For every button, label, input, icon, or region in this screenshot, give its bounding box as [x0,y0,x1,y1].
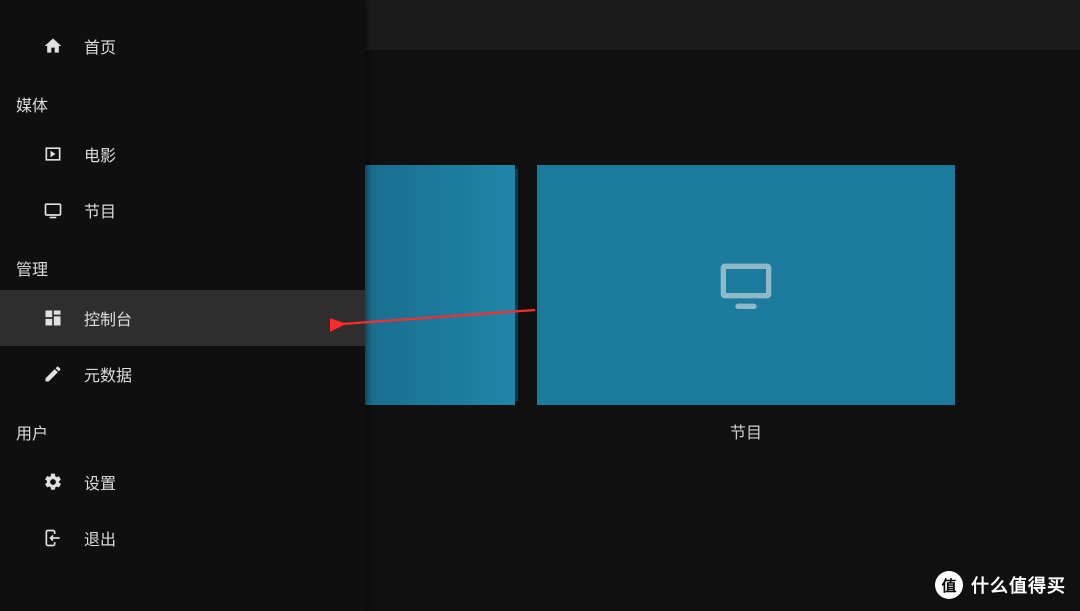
sidebar-item-label: 电影 [84,142,116,166]
tv-big-icon [706,253,786,317]
sidebar-item-settings[interactable]: 设置 [0,454,365,510]
home-icon [42,35,64,57]
sidebar-item-exit[interactable]: 退出 [0,510,365,566]
sidebar-item-movies[interactable]: 电影 [0,126,365,182]
sidebar-item-label: 设置 [84,470,116,494]
sidebar-section-manage: 管理 [0,238,365,290]
sidebar-item-label: 节目 [84,198,116,222]
content-area: 节目 [365,50,1080,611]
library-card-shows[interactable] [537,165,955,405]
sidebar-section-media: 媒体 [0,74,365,126]
tv-icon [42,199,64,221]
sidebar-item-label: 元数据 [84,362,132,386]
sidebar-item-label: 退出 [84,526,116,550]
pencil-icon [42,363,64,385]
dashboard-icon [42,307,64,329]
sidebar-item-shows[interactable]: 节目 [0,182,365,238]
sidebar-item-metadata[interactable]: 元数据 [0,346,365,402]
sidebar-item-label: 控制台 [84,306,132,330]
sidebar-section-user: 用户 [0,402,365,454]
exit-icon [42,527,64,549]
card-stack-edge [515,169,518,401]
sidebar: 首页 媒体 电影 节目 管理 控制台 元数据 用户 设置 [0,0,365,611]
sidebar-item-label: 首页 [84,34,116,58]
library-cards-row: 节目 [365,165,955,443]
watermark: 值 什么值得买 [935,571,1066,599]
sidebar-item-dashboard[interactable]: 控制台 [0,290,365,346]
library-card-label: 节目 [537,419,955,443]
sidebar-item-home[interactable]: 首页 [0,18,365,74]
watermark-text: 什么值得买 [971,572,1066,598]
watermark-badge: 值 [935,571,963,599]
gear-icon [42,471,64,493]
movie-icon [42,143,64,165]
library-card-partial[interactable] [365,165,515,405]
